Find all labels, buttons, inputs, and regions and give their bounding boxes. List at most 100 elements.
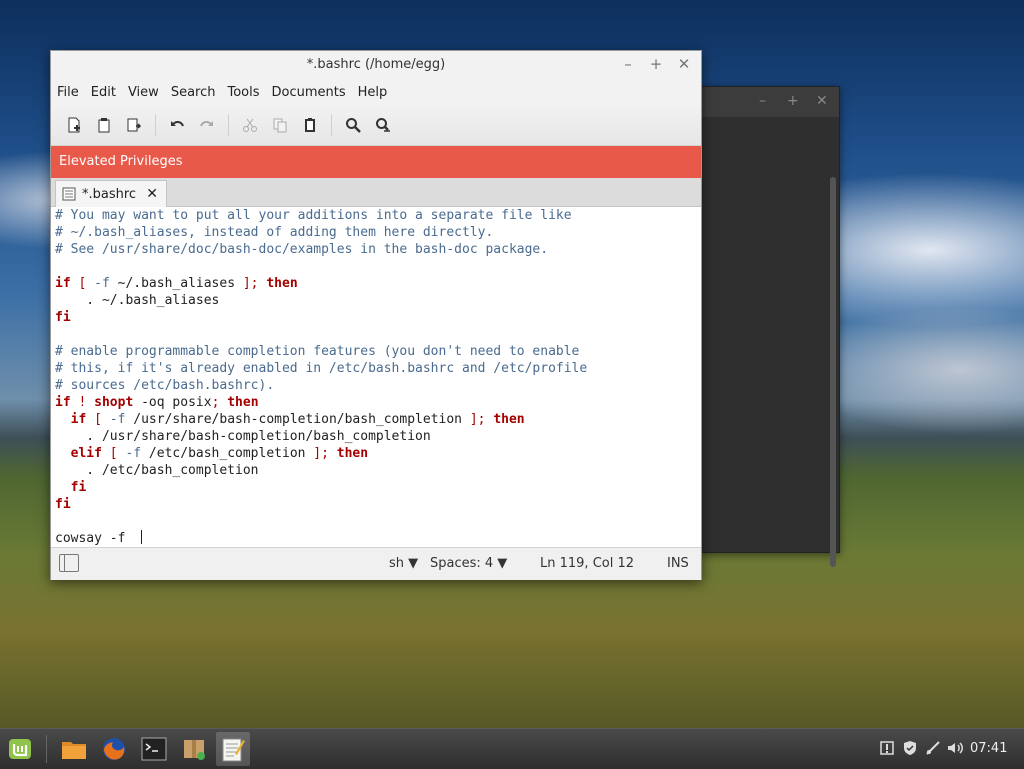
redo-button[interactable] [192, 111, 222, 139]
menu-tools[interactable]: Tools [227, 85, 267, 100]
code-line: if [ -f ~/.bash_aliases ]; then [51, 275, 701, 292]
tab-close-icon[interactable]: ✕ [146, 186, 158, 202]
mint-logo-icon [9, 739, 31, 759]
minimize-button[interactable]: – [619, 55, 637, 73]
code-line: fi [51, 496, 701, 513]
code-token: # See /usr/share/doc/bash-doc/examples i… [55, 242, 549, 257]
code-line: # You may want to put all your additions… [51, 207, 701, 224]
language-selector[interactable]: sh ▼ [389, 556, 418, 571]
background-window[interactable]: – + ✕ [700, 86, 840, 567]
paste-button[interactable] [295, 111, 325, 139]
code-line: fi [51, 309, 701, 326]
cut-icon [243, 118, 257, 132]
code-line: # sources /etc/bash.bashrc). [51, 377, 701, 394]
elevated-privileges-banner: Elevated Privileges [51, 146, 701, 178]
cursor-position: Ln 119, Col 12 [540, 556, 635, 571]
copy-icon [273, 118, 287, 133]
code-token: then [336, 446, 369, 461]
code-token: # ~/.bash_aliases, instead of adding the… [55, 225, 494, 240]
window-titlebar[interactable]: *.bashrc (/home/egg) – + ✕ [51, 51, 701, 79]
undo-button[interactable] [162, 111, 192, 139]
terminal-launcher[interactable] [137, 732, 171, 766]
menubar: File Edit View Search Tools Documents He… [51, 79, 701, 105]
insert-mode-indicator: INS [667, 556, 689, 571]
new-document-icon [68, 117, 80, 133]
code-token: # this, if it's already enabled in /etc/… [55, 361, 588, 376]
code-token: -f [94, 276, 110, 291]
software-launcher[interactable] [177, 732, 211, 766]
clock[interactable]: 07:41 [970, 741, 1007, 756]
background-window-titlebar[interactable]: – + ✕ [701, 87, 839, 117]
code-line: . ~/.bash_aliases [51, 292, 701, 309]
code-token: # sources /etc/bash.bashrc). [55, 378, 275, 393]
code-token: /etc/bash_completion [141, 446, 314, 461]
redo-icon [200, 120, 213, 127]
shield-icon[interactable] [901, 739, 919, 757]
save-document-icon [127, 118, 142, 132]
volume-icon[interactable] [946, 739, 964, 757]
background-close-button[interactable]: ✕ [816, 93, 828, 109]
code-token: [ [109, 446, 118, 461]
background-scrollbar[interactable] [830, 177, 836, 567]
code-token: -oq posix [133, 395, 212, 410]
code-token: # enable programmable completion feature… [55, 344, 580, 359]
code-token: if [55, 276, 71, 291]
code-line: . /usr/share/bash-completion/bash_comple… [51, 428, 701, 445]
code-token: elif [70, 446, 102, 461]
code-line: cowsay -f [51, 530, 701, 547]
new-document-button[interactable] [59, 111, 89, 139]
menu-file[interactable]: File [57, 85, 87, 100]
tab-width-selector[interactable]: Spaces: 4 ▼ [430, 556, 507, 571]
code-token: ]; [242, 276, 259, 291]
code-token: ]; [469, 412, 486, 427]
menu-search[interactable]: Search [171, 85, 224, 100]
close-button[interactable]: ✕ [675, 55, 693, 73]
code-token: ]; [313, 446, 329, 461]
find-icon [346, 118, 361, 133]
find-button[interactable] [338, 111, 368, 139]
undo-icon [171, 120, 184, 127]
code-token: fi [70, 480, 87, 495]
tab-label: *.bashrc [82, 186, 137, 202]
code-line: if [ -f /usr/share/bash-completion/bash_… [51, 411, 701, 428]
menu-help[interactable]: Help [358, 85, 396, 100]
maximize-button[interactable]: + [647, 55, 665, 73]
statusbar: sh ▼ Spaces: 4 ▼ Ln 119, Col 12 INS [51, 547, 701, 580]
menu-button[interactable] [3, 732, 37, 766]
copy-button[interactable] [265, 111, 295, 139]
menu-edit[interactable]: Edit [91, 85, 124, 100]
paste-icon [305, 118, 315, 132]
open-document-button[interactable] [89, 111, 119, 139]
toolbar-separator [331, 114, 332, 136]
save-document-button[interactable] [119, 111, 149, 139]
code-line: # ~/.bash_aliases, instead of adding the… [51, 224, 701, 241]
text-editor-launcher[interactable] [216, 732, 250, 766]
code-token: fi [55, 310, 71, 325]
code-editor[interactable]: # You may want to put all your additions… [51, 207, 701, 547]
update-manager-icon[interactable] [878, 739, 896, 757]
taskbar: 07:41 [0, 728, 1024, 769]
terminal-icon [141, 737, 167, 761]
toolbar-separator [228, 114, 229, 136]
network-icon[interactable] [924, 739, 942, 757]
firefox-launcher[interactable] [97, 732, 131, 766]
menu-view[interactable]: View [128, 85, 167, 100]
cut-button[interactable] [235, 111, 265, 139]
find-replace-button[interactable] [368, 111, 398, 139]
background-minimize-button[interactable]: – [759, 93, 766, 109]
files-launcher[interactable] [57, 732, 91, 766]
code-token: if [55, 395, 71, 410]
side-panel-toggle-icon[interactable] [59, 554, 79, 572]
code-token: cowsay -f [55, 531, 142, 546]
folder-icon [62, 742, 86, 759]
menu-documents[interactable]: Documents [272, 85, 354, 100]
background-maximize-button[interactable]: + [787, 93, 799, 109]
tab-bashrc[interactable]: *.bashrc ✕ [55, 180, 167, 207]
